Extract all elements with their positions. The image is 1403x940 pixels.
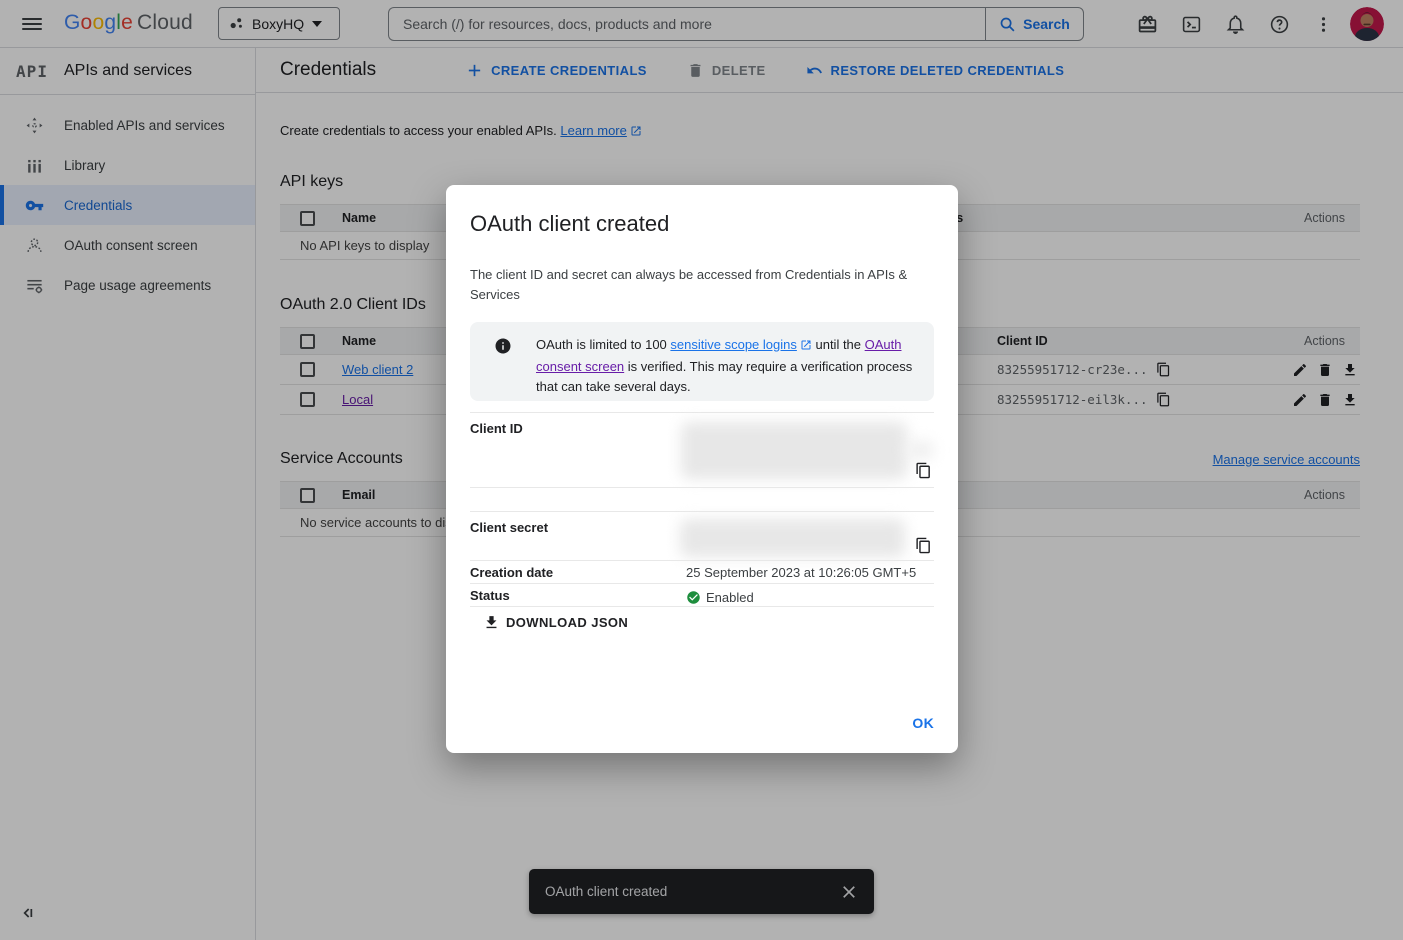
sensitive-scope-logins-link[interactable]: sensitive scope logins	[670, 337, 796, 352]
creation-date-row: Creation date 25 September 2023 at 10:26…	[470, 560, 934, 583]
creation-date-label: Creation date	[470, 561, 686, 583]
download-icon	[483, 614, 500, 631]
status-row: Status Enabled	[470, 583, 934, 607]
dialog-subtitle: The client ID and secret can always be a…	[470, 265, 930, 305]
external-link-icon	[800, 337, 812, 357]
client-id-redacted-value	[686, 413, 934, 487]
info-icon	[494, 337, 512, 355]
copy-icon[interactable]	[915, 462, 932, 479]
client-secret-row: Client secret	[470, 511, 934, 560]
status-label: Status	[470, 584, 686, 606]
google-cloud-console: GoogleCloud BoxyHQ Search	[0, 0, 1403, 940]
check-circle-icon	[686, 590, 701, 605]
client-id-label: Client ID	[470, 413, 686, 487]
oauth-client-created-dialog: OAuth client created The client ID and s…	[446, 185, 958, 753]
spacer-row	[470, 487, 934, 511]
copy-icon[interactable]	[915, 537, 932, 554]
download-json-button[interactable]: DOWNLOAD JSON	[483, 614, 628, 631]
client-id-row: Client ID	[470, 412, 934, 487]
client-secret-redacted-value	[686, 512, 934, 560]
status-badge: Enabled	[706, 590, 754, 605]
creation-date-value: 25 September 2023 at 10:26:05 GMT+5	[686, 561, 934, 583]
dialog-title: OAuth client created	[470, 211, 669, 237]
ok-button[interactable]: OK	[912, 715, 934, 731]
verification-notice: OAuth is limited to 100 sensitive scope …	[470, 322, 934, 401]
client-secret-label: Client secret	[470, 512, 686, 560]
